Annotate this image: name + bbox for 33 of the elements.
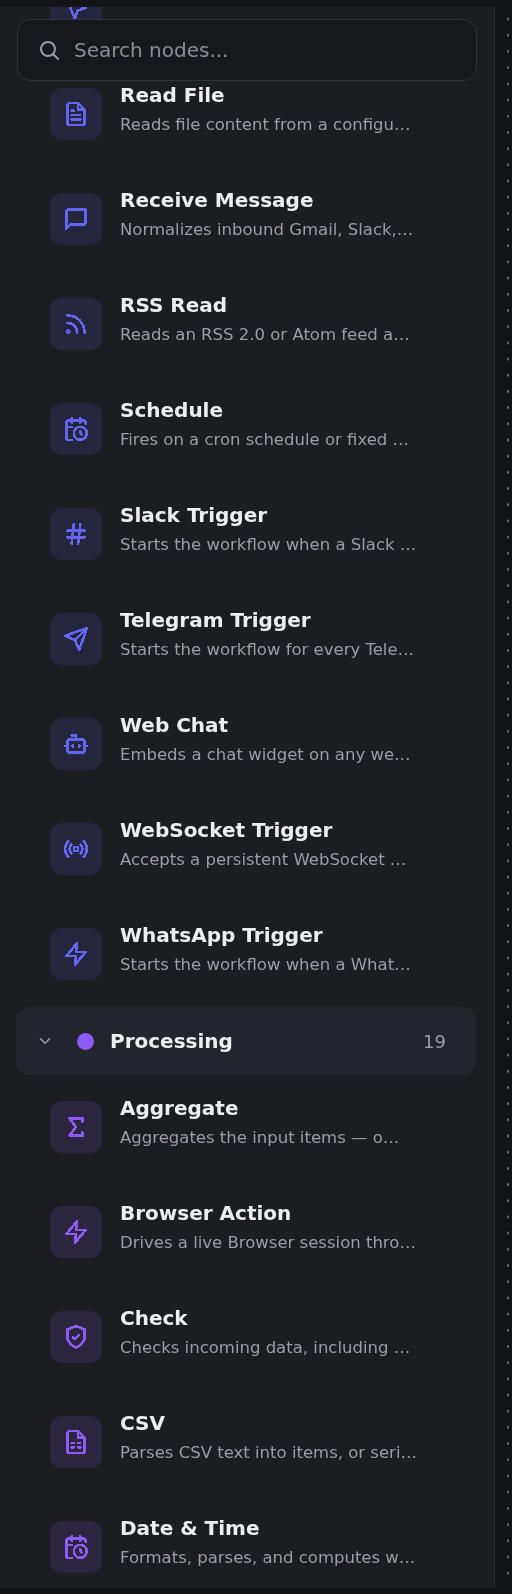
node-description: Drives a live Browser session thro… xyxy=(120,1232,416,1254)
node-title: Receive Message xyxy=(120,187,315,213)
node-title: Aggregate xyxy=(120,1095,240,1121)
node-title: Web Chat xyxy=(120,712,230,738)
node-title: RSS Read xyxy=(120,292,229,318)
category-header[interactable]: Processing 19 xyxy=(16,1007,476,1075)
node-description: Embeds a chat widget on any we… xyxy=(120,744,411,766)
category-title: Processing xyxy=(110,1029,234,1053)
node-title: Read File xyxy=(120,82,226,108)
node-title: WebSocket Trigger xyxy=(120,817,334,843)
node-title: Date & Time xyxy=(120,1515,261,1541)
node-description: Checks incoming data, including … xyxy=(120,1337,411,1359)
node-description: Starts the workflow for every Tele… xyxy=(120,639,415,661)
node-description: Normalizes inbound Gmail, Slack,… xyxy=(120,219,414,241)
node-title: Telegram Trigger xyxy=(120,607,312,633)
node-description: Reads file content from a configu… xyxy=(120,114,411,136)
category-count: 19 xyxy=(423,1030,446,1052)
node-title: Slack Trigger xyxy=(120,502,269,528)
node-description: Reads an RSS 2.0 or Atom feed a… xyxy=(120,324,410,346)
node-description: Formats, parses, and computes w… xyxy=(120,1547,416,1569)
node-title: Check xyxy=(120,1305,189,1331)
search-field[interactable]: Search nodes... xyxy=(17,19,477,81)
node-description: Fires on a cron schedule or fixed … xyxy=(120,429,410,451)
node-description: Starts the workflow when a Slack … xyxy=(120,534,417,556)
node-title: Schedule xyxy=(120,397,225,423)
node-title: WhatsApp Trigger xyxy=(120,922,324,948)
node-title: Browser Action xyxy=(120,1200,293,1226)
search-icon xyxy=(37,38,61,62)
node-description: Aggregates the input items — o… xyxy=(120,1127,400,1149)
node-description: Starts the workflow when a What… xyxy=(120,954,411,976)
node-title: CSV xyxy=(120,1410,166,1436)
node-description: Accepts a persistent WebSocket … xyxy=(120,849,407,871)
node-description: Parses CSV text into items, or seri… xyxy=(120,1442,417,1464)
